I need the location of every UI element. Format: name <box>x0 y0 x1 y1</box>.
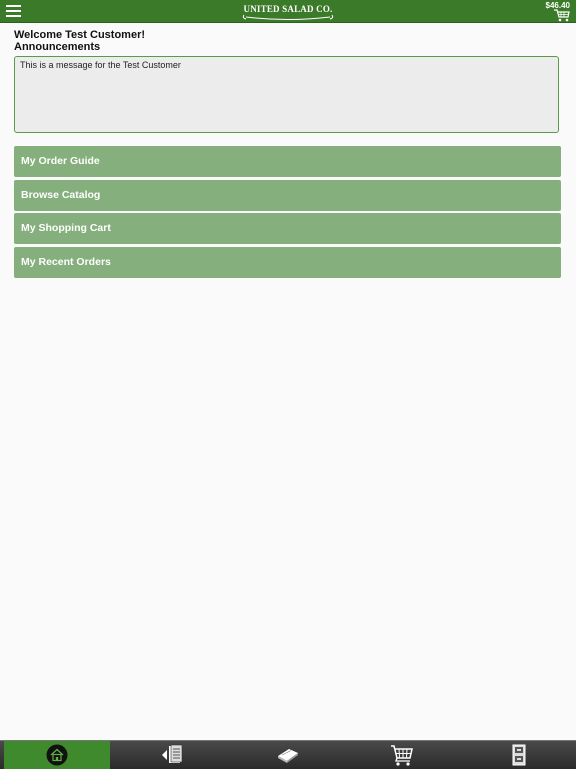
welcome-heading: Welcome Test Customer! <box>14 29 146 41</box>
app-header: UNITED SALAD CO. $46.40 <box>0 0 576 23</box>
my-order-guide-button[interactable]: My Order Guide <box>14 146 561 177</box>
bottom-tab-bar <box>0 740 576 769</box>
announcements-heading: Announcements <box>14 41 101 53</box>
my-shopping-cart-button[interactable]: My Shopping Cart <box>14 213 561 244</box>
united-salad-logo: UNITED SALAD CO. <box>240 3 336 20</box>
browse-catalog-button[interactable]: Browse Catalog <box>14 180 561 211</box>
recent-orders-icon <box>512 744 526 766</box>
announcement-message-box: This is a message for the Test Customer <box>14 56 559 133</box>
home-icon <box>46 744 68 766</box>
header-cart-icon[interactable] <box>554 9 570 22</box>
tab-home[interactable] <box>4 741 110 769</box>
tab-order-guide[interactable] <box>115 741 230 769</box>
my-recent-orders-button[interactable]: My Recent Orders <box>14 247 561 278</box>
catalog-book-icon <box>278 749 298 763</box>
tab-shopping-cart[interactable] <box>345 741 460 769</box>
order-guide-icon <box>162 744 183 763</box>
tab-catalog[interactable] <box>230 741 345 769</box>
tab-recent-orders[interactable] <box>460 741 575 769</box>
announcement-message: This is a message for the Test Customer <box>20 60 181 70</box>
logo-text: UNITED SALAD CO. <box>243 4 333 14</box>
shopping-cart-icon <box>391 745 413 766</box>
hamburger-menu-icon[interactable] <box>6 4 22 18</box>
